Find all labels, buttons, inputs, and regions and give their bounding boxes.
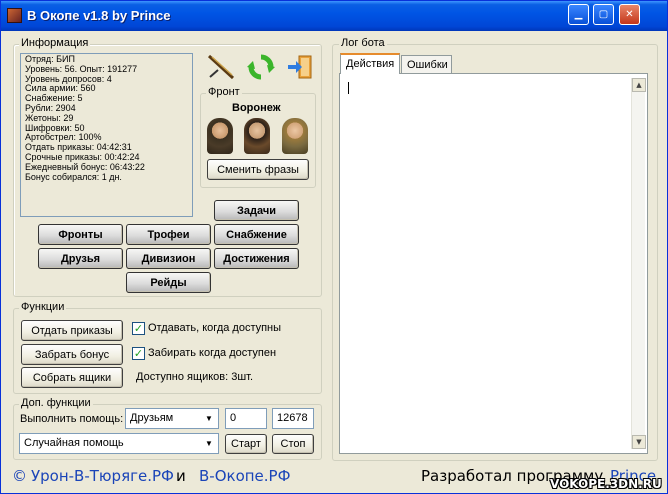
help-label: Выполнить помощь:: [20, 413, 124, 425]
achievements-button[interactable]: Достижения: [214, 248, 299, 269]
trophies-button[interactable]: Трофеи: [126, 224, 211, 245]
front-legend: Фронт: [206, 86, 242, 98]
footer-conj: и: [176, 467, 186, 485]
site-link-1[interactable]: Урон-В-Тюряге.РФ: [31, 467, 174, 485]
chevron-down-icon[interactable]: ▼: [201, 435, 217, 452]
auto-bonus-label: Забирать когда доступен: [148, 347, 277, 359]
tasks-button[interactable]: Задачи: [214, 200, 299, 221]
refresh-icon[interactable]: [247, 53, 275, 81]
help-target-select[interactable]: Друзьям ▼: [125, 408, 219, 429]
soldier-avatar: [244, 118, 270, 154]
tab-actions[interactable]: Действия: [340, 53, 400, 74]
change-phrases-button[interactable]: Сменить фразы: [207, 159, 309, 180]
rifles-icon[interactable]: [206, 53, 236, 81]
raids-button[interactable]: Рейды: [126, 272, 211, 293]
give-orders-button[interactable]: Отдать приказы: [21, 320, 123, 341]
id-input[interactable]: 12678: [272, 408, 314, 429]
help-target-value: Друзьям: [130, 412, 174, 424]
help-type-select[interactable]: Случайная помощь ▼: [19, 433, 219, 454]
collect-boxes-button[interactable]: Собрать ящики: [21, 367, 123, 388]
close-button[interactable]: ✕: [619, 4, 640, 25]
app-icon: [7, 8, 22, 23]
log-scrollbar[interactable]: ▲ ▼: [631, 78, 646, 449]
watermark: VOKOPE.3DN.RU: [550, 477, 662, 491]
extra-legend: Доп. функции: [19, 397, 93, 409]
window-title: В Окопе v1.8 by Prince: [27, 8, 171, 23]
auto-orders-label: Отдавать, когда доступны: [148, 322, 282, 334]
auto-orders-checkbox[interactable]: ✓: [132, 322, 145, 335]
info-box: Отряд: БИП Уровень: 56. Опыт: 191277 Уро…: [20, 53, 193, 217]
app-window: В Окопе v1.8 by Prince ▁ ▢ ✕ Информация …: [0, 0, 668, 494]
front-city: Воронеж: [232, 102, 281, 114]
help-type-value: Случайная помощь: [24, 437, 124, 449]
start-button[interactable]: Старт: [225, 434, 267, 454]
copyright-symbol: ©: [12, 467, 27, 485]
info-legend: Информация: [19, 37, 91, 49]
tab-errors[interactable]: Ошибки: [401, 55, 452, 74]
supply-button[interactable]: Снабжение: [214, 224, 299, 245]
site-link-2[interactable]: В-Окопе.РФ: [199, 467, 291, 485]
exit-icon[interactable]: [286, 53, 314, 81]
auto-bonus-checkbox[interactable]: ✓: [132, 347, 145, 360]
scroll-up-icon[interactable]: ▲: [632, 78, 646, 92]
collect-bonus-button[interactable]: Забрать бонус: [21, 344, 123, 365]
text-cursor: [348, 82, 349, 94]
functions-legend: Функции: [19, 301, 67, 313]
fronts-button[interactable]: Фронты: [38, 224, 123, 245]
boxes-available-label: Доступно ящиков: 3шт.: [136, 371, 254, 383]
chevron-down-icon[interactable]: ▼: [201, 410, 217, 427]
info-line: Бонус собирался: 1 дн.: [25, 171, 122, 182]
minimize-button[interactable]: ▁: [568, 4, 589, 25]
log-textarea[interactable]: ▲ ▼: [339, 73, 648, 454]
soldier-avatar: [207, 118, 233, 154]
scroll-down-icon[interactable]: ▼: [632, 435, 646, 449]
stop-button[interactable]: Стоп: [272, 434, 314, 454]
maximize-button[interactable]: ▢: [593, 4, 614, 25]
count-input[interactable]: 0: [225, 408, 267, 429]
friends-button[interactable]: Друзья: [38, 248, 123, 269]
title-bar[interactable]: В Окопе v1.8 by Prince ▁ ▢ ✕: [1, 1, 667, 31]
division-button[interactable]: Дивизион: [126, 248, 211, 269]
soldier-avatar: [282, 118, 308, 154]
log-legend: Лог бота: [339, 37, 387, 49]
